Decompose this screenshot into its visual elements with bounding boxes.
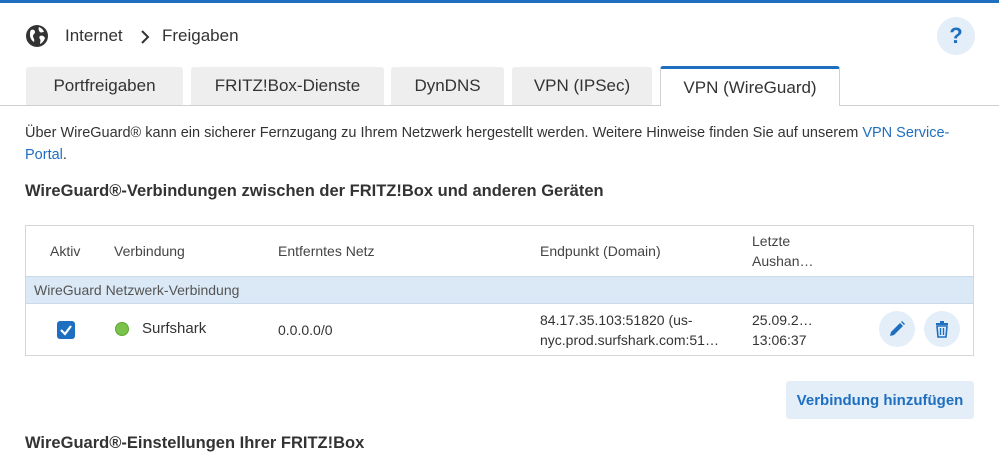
remote-net-value: 0.0.0.0/0 [278,322,333,338]
connections-table: Aktiv Verbindung Entferntes Netz Endpunk… [25,225,974,356]
breadcrumb-freigaben: Freigaben [162,26,239,45]
intro-suffix: . [62,147,67,163]
group-row: WireGuard Netzwerk-Verbindung [26,276,973,304]
col-header-last-handshake: Letzte Aushan… [752,231,813,271]
col-header-connection: Verbindung [114,243,185,259]
tab-vpn-wireguard[interactable]: VPN (WireGuard) [660,66,840,106]
col-header-remote-net: Entferntes Netz [278,243,375,259]
edit-button[interactable] [879,311,915,347]
col-header-last-line1: Letzte [752,233,791,249]
add-connection-button[interactable]: Verbindung hinzufügen [786,381,974,419]
status-indicator [115,322,129,336]
page-header: Internet Freigaben ? [0,3,999,67]
chevron-right-icon [141,30,150,44]
globe-icon [26,25,48,47]
tab-vpn-ipsec[interactable]: VPN (IPSec) [512,67,652,105]
endpoint-line2: nyc.prod.surfshark.com:51… [540,332,719,348]
edit-icon [890,321,905,336]
checkmark-icon [60,325,72,336]
active-checkbox[interactable] [57,321,75,339]
breadcrumb-internet[interactable]: Internet [65,26,123,46]
intro-body: Über WireGuard® kann ein sicherer Fernzu… [25,125,863,141]
last-handshake-date: 25.09.2… [752,312,813,328]
tab-bar: Portfreigaben FRITZ!Box-Dienste DynDNS V… [0,66,999,107]
tab-fritzbox-dienste[interactable]: FRITZ!Box-Dienste [191,67,384,105]
help-button[interactable]: ? [937,17,975,55]
main-content: Über WireGuard® kann ein sicherer Fernzu… [0,106,999,452]
section-title-settings: WireGuard®-Einstellungen Ihrer FRITZ!Box [25,434,365,452]
endpoint-value: 84.17.35.103:51820 (us- nyc.prod.surfsha… [540,310,719,350]
col-header-last-line2: Aushan… [752,253,814,269]
delete-icon [936,321,948,338]
connection-name: Surfshark [142,320,207,337]
group-label: WireGuard Netzwerk-Verbindung [34,282,240,298]
last-handshake-value: 25.09.2… 13:06:37 [752,310,813,350]
section-title: WireGuard®-Verbindungen zwischen der FRI… [25,182,604,200]
tab-dyndns[interactable]: DynDNS [391,67,504,105]
delete-button[interactable] [924,311,960,347]
intro-text: Über WireGuard® kann ein sicherer Fernzu… [25,122,955,166]
col-header-active: Aktiv [50,243,81,259]
endpoint-line1: 84.17.35.103:51820 (us- [540,312,693,328]
last-handshake-time: 13:06:37 [752,332,807,348]
tab-portfreigaben[interactable]: Portfreigaben [26,67,183,105]
col-header-endpoint: Endpunkt (Domain) [540,243,661,259]
